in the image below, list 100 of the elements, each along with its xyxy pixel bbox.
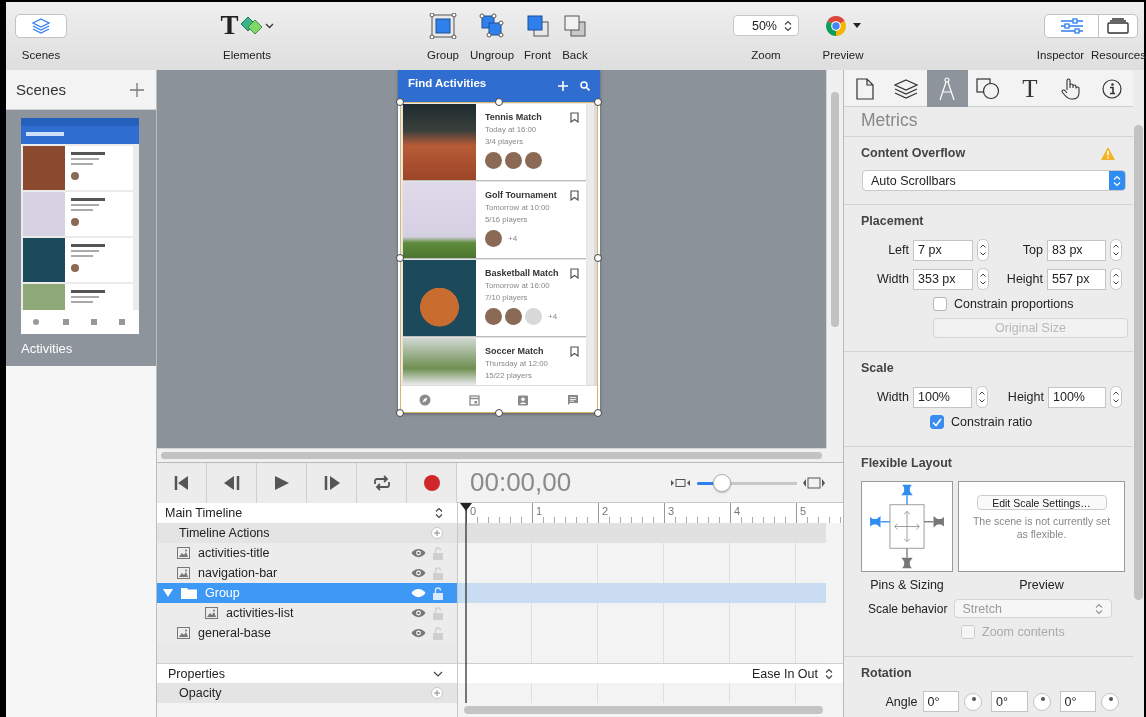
elements-button[interactable]: T Elements	[212, 2, 282, 69]
flexible-note: The scene is not currently set as flexible.	[971, 515, 1112, 541]
checkbox[interactable]	[933, 297, 947, 311]
angle-field[interactable]: 0°	[1059, 691, 1096, 712]
layer-row[interactable]: activities-list	[157, 603, 457, 623]
stepper[interactable]	[977, 268, 989, 290]
inspector-button[interactable]	[1044, 13, 1099, 38]
eye-icon[interactable]	[411, 608, 426, 618]
search-icon[interactable]	[580, 81, 590, 91]
ruler-label: 2	[602, 505, 609, 517]
easing-dropdown[interactable]: Ease In Out	[752, 667, 833, 681]
slider-thumb[interactable]	[713, 473, 732, 492]
chat-icon[interactable]	[567, 393, 580, 406]
pin-icon[interactable]	[923, 516, 944, 528]
number-field[interactable]: 100%	[913, 386, 972, 408]
scrollbar-thumb[interactable]	[831, 92, 839, 327]
resources-button[interactable]	[1099, 13, 1138, 38]
avatar	[525, 308, 542, 325]
layer-row[interactable]: activities-title	[157, 543, 457, 563]
angle-field[interactable]: 0°	[991, 691, 1028, 712]
ungroup-button[interactable]: Ungroup	[466, 2, 518, 69]
field-label: Top	[1021, 243, 1043, 257]
document-icon	[855, 77, 874, 100]
transport-button[interactable]	[207, 462, 257, 503]
layer-row[interactable]: general-base	[157, 623, 457, 643]
add-icon[interactable]	[431, 687, 443, 699]
compass-icon[interactable]	[418, 393, 431, 406]
inspector-tab[interactable]: T	[1009, 70, 1051, 107]
plus-icon[interactable]	[558, 81, 568, 91]
bookmark-icon[interactable]	[570, 190, 579, 201]
group-button[interactable]: Group	[420, 2, 466, 69]
disclosure-triangle-icon[interactable]	[163, 588, 173, 598]
selection-handle[interactable]	[594, 409, 602, 417]
pin-icon[interactable]	[870, 516, 891, 528]
layer-row[interactable]: navigation-bar	[157, 563, 457, 583]
checkbox[interactable]	[930, 415, 944, 429]
number-field[interactable]: 557 px	[1047, 268, 1106, 290]
angle-knob[interactable]	[1101, 692, 1119, 711]
stepper[interactable]	[976, 386, 988, 408]
scrollbar-thumb[interactable]	[464, 706, 823, 714]
toolbar-label: Scenes	[21, 49, 61, 61]
stepper[interactable]	[1110, 268, 1122, 290]
angle-knob[interactable]	[1032, 692, 1051, 711]
zoom-out-icon[interactable]	[671, 477, 691, 488]
selection-handle[interactable]	[396, 409, 404, 417]
calendar-icon[interactable]	[468, 393, 480, 406]
info-icon	[1102, 78, 1123, 99]
scenes-button[interactable]	[15, 13, 67, 38]
bookmark-icon[interactable]	[570, 346, 579, 357]
transport-button[interactable]	[357, 462, 407, 503]
lock-icon[interactable]	[433, 586, 443, 600]
transport-button[interactable]	[257, 462, 307, 503]
transport-button[interactable]	[307, 462, 357, 503]
scrollbar-thumb[interactable]	[161, 452, 822, 459]
image-icon	[205, 607, 218, 619]
transport-button[interactable]	[157, 462, 207, 503]
scrollbar-thumb[interactable]	[1134, 125, 1143, 600]
stepper[interactable]	[1110, 386, 1122, 408]
zoom-field[interactable]: 50%	[733, 15, 799, 36]
angle-field[interactable]: 0°	[922, 691, 959, 712]
ruler-label: 4	[734, 505, 741, 517]
number-field[interactable]: 7 px	[913, 239, 973, 261]
eye-icon[interactable]	[411, 568, 426, 578]
pin-icon[interactable]	[901, 484, 913, 506]
add-icon[interactable]	[431, 527, 443, 539]
field-label: Width	[876, 272, 909, 286]
number-field[interactable]: 353 px	[913, 268, 973, 290]
selection-handle[interactable]	[396, 98, 404, 106]
back-button[interactable]: Back	[557, 2, 593, 69]
number-field[interactable]: 83 px	[1047, 239, 1106, 261]
stepper[interactable]	[977, 239, 989, 261]
transport-button[interactable]	[407, 462, 457, 503]
selection-handle[interactable]	[594, 253, 602, 262]
bookmark-icon[interactable]	[570, 268, 579, 279]
selection-handle[interactable]	[594, 98, 602, 106]
overflow-dropdown[interactable]: Auto Scrollbars	[862, 170, 1126, 191]
eye-icon[interactable]	[411, 628, 426, 638]
properties-selector[interactable]: Properties	[157, 664, 458, 684]
pin-icon[interactable]	[901, 547, 913, 569]
contact-card-icon[interactable]	[517, 393, 530, 406]
layers-icon	[32, 17, 50, 34]
stepper[interactable]	[1110, 239, 1122, 261]
field-label: Height	[1005, 272, 1043, 286]
eye-icon[interactable]	[411, 548, 426, 558]
angle-knob[interactable]	[964, 692, 982, 711]
add-icon[interactable]	[130, 82, 144, 97]
preview-button[interactable]: Preview	[812, 2, 874, 69]
front-button[interactable]: Front	[518, 2, 557, 69]
selection-handle[interactable]	[495, 98, 503, 106]
number-field[interactable]: 100%	[1048, 386, 1106, 408]
updown-icon	[1113, 174, 1121, 187]
timeline-selector[interactable]: Main Timeline	[157, 503, 458, 523]
zoom-in-icon[interactable]	[803, 476, 825, 489]
edit-scale-button[interactable]: Edit Scale Settings…	[976, 495, 1107, 510]
selection-handle[interactable]	[396, 253, 404, 262]
inspector-title: Metrics	[844, 107, 1133, 137]
bookmark-icon[interactable]	[570, 112, 579, 123]
playhead[interactable]	[460, 503, 472, 703]
eye-icon[interactable]	[411, 588, 426, 598]
selection-handle[interactable]	[495, 409, 503, 417]
